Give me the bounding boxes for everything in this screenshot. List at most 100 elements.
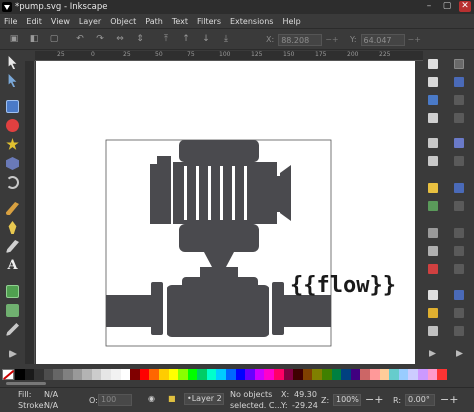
- paste-icon[interactable]: [428, 264, 438, 274]
- y-stepper[interactable]: −+: [408, 35, 421, 44]
- snap-page-icon[interactable]: [454, 290, 464, 300]
- gradient-tool-icon[interactable]: [6, 285, 19, 298]
- color-swatch[interactable]: [130, 368, 140, 380]
- select-all-layers-icon[interactable]: ◧: [28, 33, 40, 45]
- color-swatch[interactable]: [139, 368, 150, 380]
- palette-scrollbar[interactable]: [0, 380, 474, 387]
- no-paint-swatch[interactable]: [2, 368, 14, 380]
- color-swatch[interactable]: [120, 368, 131, 380]
- new-document-icon[interactable]: [428, 59, 438, 69]
- lower-to-bottom-icon[interactable]: ⤓: [220, 33, 232, 45]
- rotate-cw-icon[interactable]: ↷: [94, 33, 106, 45]
- color-swatch[interactable]: [158, 368, 169, 380]
- mesh-tool-icon[interactable]: [6, 304, 19, 317]
- color-swatch[interactable]: [274, 368, 284, 380]
- node-tool-icon[interactable]: [8, 74, 17, 87]
- pen-tool-icon[interactable]: [8, 221, 17, 234]
- stroke-value[interactable]: N/A: [44, 401, 58, 410]
- calligraphy-tool-icon[interactable]: [6, 240, 19, 253]
- snap-midpoint-icon[interactable]: [454, 246, 464, 256]
- print-icon[interactable]: [428, 113, 438, 123]
- zoom-stepper[interactable]: −+: [365, 393, 383, 406]
- rotate-input[interactable]: 0.00°: [405, 394, 435, 406]
- deselect-icon[interactable]: ▢: [48, 33, 60, 45]
- menu-layer[interactable]: Layer: [79, 17, 101, 26]
- rotate-stepper[interactable]: −+: [440, 393, 458, 406]
- x-stepper[interactable]: −+: [325, 35, 338, 44]
- cut-icon[interactable]: [428, 246, 438, 256]
- rotate-ccw-icon[interactable]: ↶: [74, 33, 86, 45]
- color-swatch[interactable]: [312, 368, 322, 380]
- flow-template-text[interactable]: {{flow}}: [290, 273, 396, 298]
- color-swatch[interactable]: [62, 368, 73, 380]
- snap-more-icon[interactable]: [456, 350, 463, 357]
- raise-icon[interactable]: ↑: [180, 33, 192, 45]
- color-swatch[interactable]: [302, 368, 313, 380]
- color-swatch[interactable]: [101, 368, 111, 380]
- color-swatch[interactable]: [34, 368, 44, 380]
- y-input[interactable]: 64.047: [360, 33, 405, 46]
- color-swatch[interactable]: [53, 368, 63, 380]
- snap-intersections-icon[interactable]: [454, 183, 464, 193]
- menu-view[interactable]: View: [51, 17, 70, 26]
- color-swatch[interactable]: [264, 368, 275, 380]
- opacity-input[interactable]: 100: [98, 394, 132, 406]
- lower-icon[interactable]: ↓: [200, 33, 212, 45]
- zoom-input[interactable]: 100%: [333, 394, 361, 406]
- color-swatch[interactable]: [24, 368, 35, 380]
- select-all-icon[interactable]: ▣: [8, 33, 20, 45]
- duplicate-icon[interactable]: [428, 290, 438, 300]
- color-swatch[interactable]: [72, 368, 83, 380]
- maximize-button[interactable]: ▢: [441, 1, 453, 12]
- color-swatch[interactable]: [226, 368, 236, 380]
- open-icon[interactable]: [428, 77, 438, 87]
- color-swatch[interactable]: [254, 368, 265, 380]
- snap-center-icon[interactable]: [454, 264, 464, 274]
- layer-selector[interactable]: •Layer 2: [184, 393, 224, 405]
- color-swatch[interactable]: [245, 368, 255, 380]
- color-swatch[interactable]: [168, 368, 179, 380]
- menu-object[interactable]: Object: [110, 17, 136, 26]
- color-swatch[interactable]: [187, 368, 198, 380]
- color-swatch[interactable]: [360, 368, 370, 380]
- vertical-scrollbar[interactable]: [415, 61, 423, 364]
- menu-help[interactable]: Help: [282, 17, 300, 26]
- color-swatch[interactable]: [389, 368, 399, 380]
- snap-nodes-icon[interactable]: [454, 138, 464, 148]
- snap-guide-icon[interactable]: [454, 326, 464, 336]
- snap-toggle-icon[interactable]: [454, 59, 464, 69]
- layer-visibility-icon[interactable]: ◉: [148, 394, 155, 403]
- spiral-tool-icon[interactable]: [6, 176, 19, 189]
- color-swatch[interactable]: [91, 368, 102, 380]
- import-icon[interactable]: [428, 138, 438, 148]
- snap-bbox-edge-icon[interactable]: [454, 95, 464, 105]
- snap-bbox-corner-icon[interactable]: [454, 113, 464, 123]
- star-tool-icon[interactable]: [6, 138, 19, 150]
- menu-file[interactable]: File: [4, 17, 17, 26]
- dropper-tool-icon[interactable]: [6, 323, 19, 336]
- snap-grid-icon[interactable]: [454, 308, 464, 318]
- color-swatch[interactable]: [216, 368, 227, 380]
- color-swatch[interactable]: [379, 368, 390, 380]
- color-swatch[interactable]: [331, 368, 342, 380]
- color-swatch[interactable]: [178, 368, 188, 380]
- menu-filters[interactable]: Filters: [197, 17, 221, 26]
- color-swatch[interactable]: [197, 368, 207, 380]
- snap-smooth-icon[interactable]: [454, 228, 464, 238]
- menu-edit[interactable]: Edit: [26, 17, 42, 26]
- rectangle-tool-icon[interactable]: [6, 100, 19, 113]
- minimize-button[interactable]: –: [423, 1, 435, 12]
- close-button[interactable]: ✕: [459, 1, 471, 12]
- color-swatch[interactable]: [408, 368, 418, 380]
- color-swatch[interactable]: [283, 368, 294, 380]
- text-tool-icon[interactable]: A: [6, 259, 19, 272]
- snap-paths-icon[interactable]: [454, 156, 464, 166]
- export-icon[interactable]: [428, 156, 438, 166]
- 3d-box-tool-icon[interactable]: [6, 157, 19, 170]
- group-icon[interactable]: [428, 308, 438, 318]
- color-swatch[interactable]: [350, 368, 361, 380]
- layer-lock-icon[interactable]: ■: [168, 394, 176, 403]
- color-swatch[interactable]: [293, 368, 303, 380]
- menu-path[interactable]: Path: [145, 17, 163, 26]
- save-icon[interactable]: [428, 95, 438, 105]
